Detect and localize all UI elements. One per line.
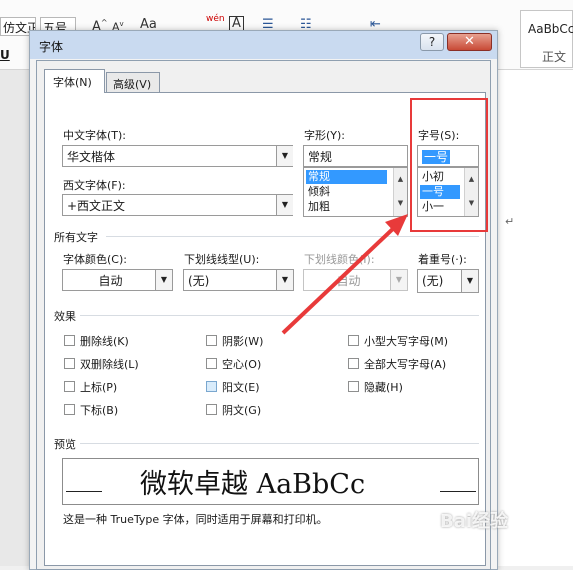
watermark: Bai经验 bbox=[440, 511, 509, 532]
arrow-shaft bbox=[281, 222, 400, 335]
tab-font[interactable]: 字体(N) bbox=[44, 69, 105, 93]
